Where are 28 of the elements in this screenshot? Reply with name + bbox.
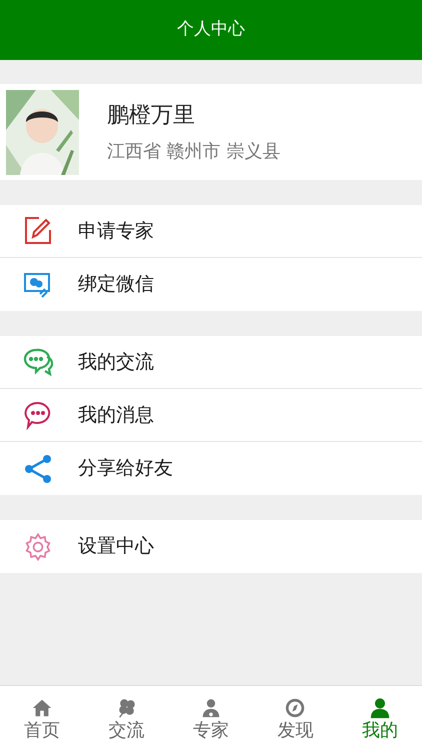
tab-item[interactable]: 我的 (338, 686, 422, 750)
chat-bubbles-icon (23, 347, 53, 377)
menu-item[interactable]: 设置中心 (0, 520, 422, 573)
tab-item[interactable]: 发现 (253, 686, 338, 750)
user-location: 江西省 赣州市 崇义县 (107, 140, 280, 164)
menu-label: 申请专家 (78, 218, 154, 244)
page-title: 个人中心 (177, 18, 245, 42)
user-icon (368, 696, 391, 718)
menu-label: 我的交流 (78, 350, 154, 375)
tab-item[interactable]: 专家 (168, 686, 254, 750)
menu-item[interactable]: 申请专家 (0, 205, 422, 258)
share-icon (23, 454, 53, 484)
user-name: 鹏橙万里 (107, 102, 196, 130)
pencil-square-icon (23, 216, 53, 246)
tab-item[interactable]: 首页 (0, 686, 84, 750)
menu-item[interactable]: 分享给好友 (0, 442, 422, 495)
profile-card[interactable]: 鹏橙万里 江西省 赣州市 崇义县 (0, 84, 422, 180)
tab-item[interactable]: 交流 (84, 686, 169, 750)
menu-item[interactable]: 我的消息 (0, 389, 422, 442)
settings-icon (23, 532, 53, 562)
menu-item[interactable]: 我的交流 (0, 336, 422, 389)
menu-label: 绑定微信 (78, 272, 154, 298)
compass-icon (284, 696, 306, 718)
menu-label: 我的消息 (78, 402, 154, 428)
menu-label: 设置中心 (78, 534, 154, 560)
speech-bubble-icon (23, 400, 53, 430)
menu-label: 分享给好友 (78, 456, 173, 482)
menu-item[interactable]: 绑定微信 (0, 258, 422, 311)
